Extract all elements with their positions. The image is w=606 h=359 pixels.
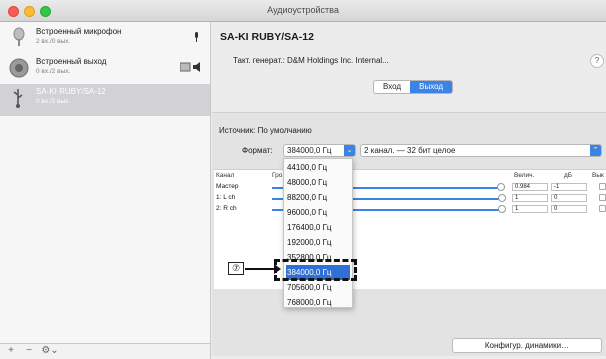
left-db[interactable]: 0 xyxy=(551,194,587,202)
device-item-builtin-mic[interactable]: Встроенный микрофон 2 вх./0 вых. xyxy=(0,24,210,54)
device-name: Встроенный микрофон xyxy=(36,27,122,36)
tab-output[interactable]: Выход xyxy=(410,81,453,93)
usb-icon xyxy=(13,89,23,108)
master-db[interactable]: -1 xyxy=(551,183,587,191)
row-master-name: Мастер xyxy=(216,183,239,190)
audio-devices-window: Аудиоустройства Встроенный микрофон 2 вх… xyxy=(0,0,606,359)
sample-rate-popup[interactable]: 384000,0 Гц ⌄ xyxy=(283,144,356,157)
remove-device-button[interactable]: − xyxy=(22,345,36,358)
menu-item-rate[interactable]: 192000,0 Гц xyxy=(286,235,350,250)
device-io: 0 вх./2 вых. xyxy=(36,68,71,75)
configure-speakers-button[interactable]: Конфигур. динамики… xyxy=(452,338,602,353)
selection-highlight-frame xyxy=(274,259,357,281)
device-title: SA-KI RUBY/SA-12 xyxy=(220,31,314,43)
format-panel: Источник: По умолчанию Формат: 384000,0 … xyxy=(212,112,606,356)
menu-item-rate[interactable]: 176400,0 Гц xyxy=(286,220,350,235)
menu-item-rate[interactable]: 768000,0 Гц xyxy=(286,295,350,310)
device-detail-pane: SA-KI RUBY/SA-12 Такт. генерат.: D&M Hol… xyxy=(211,22,606,359)
master-mute-checkbox[interactable] xyxy=(599,183,606,190)
callout-number: ⑦ xyxy=(228,262,244,275)
right-volume-knob[interactable] xyxy=(498,205,506,213)
format-label: Формат: xyxy=(242,146,273,155)
tab-input[interactable]: Вход xyxy=(374,81,410,93)
col-value: Велич. xyxy=(514,172,535,179)
title-bar: Аудиоустройства xyxy=(0,0,606,22)
source-value: По умолчанию xyxy=(257,126,312,135)
right-mute-checkbox[interactable] xyxy=(599,205,606,212)
sample-rate-value: 384000,0 Гц xyxy=(287,146,332,155)
row-right-name: 2: R ch xyxy=(216,205,237,212)
col-mute: Вык xyxy=(592,172,604,179)
device-item-builtin-output[interactable]: Встроенный выход 0 вх./2 вых. xyxy=(0,54,210,84)
master-volume-knob[interactable] xyxy=(497,183,505,191)
left-mute-checkbox[interactable] xyxy=(599,194,606,201)
source-label: Источник: xyxy=(219,126,256,135)
sample-rate-menu: 44100,0 Гц 48000,0 Гц 88200,0 Гц 96000,0… xyxy=(283,158,353,308)
right-db[interactable]: 0 xyxy=(551,205,587,213)
master-value[interactable]: 0.984 xyxy=(512,183,548,191)
menu-item-rate[interactable]: 88200,0 Гц xyxy=(286,190,350,205)
callout-arrow-head-icon xyxy=(274,264,281,274)
callout-arrow-line xyxy=(245,268,275,270)
device-item-sa-ki-ruby[interactable]: SA-KI RUBY/SA-12 0 вх./2 вых. xyxy=(0,84,210,116)
device-io: 0 вх./2 вых. xyxy=(36,98,71,105)
add-device-button[interactable]: + xyxy=(4,345,18,358)
col-channel: Канал xyxy=(216,172,235,179)
mic-badge-icon xyxy=(195,32,198,42)
speaker-badge-icon xyxy=(180,62,200,72)
speaker-icon xyxy=(9,58,29,78)
left-value[interactable]: 1 xyxy=(512,194,548,202)
right-value[interactable]: 1 xyxy=(512,205,548,213)
device-actions-menu[interactable]: ⚙⌄ xyxy=(40,345,60,358)
menu-item-rate[interactable]: 44100,0 Гц xyxy=(286,160,350,175)
help-button[interactable]: ? xyxy=(590,54,604,68)
chevron-updown-icon: ⌃ xyxy=(590,145,601,156)
sidebar-toolbar: + − ⚙⌄ xyxy=(0,343,210,359)
source-row: Источник: По умолчанию xyxy=(219,126,312,135)
col-db: дБ xyxy=(564,172,573,179)
channel-table: Канал Гро Велич. дБ Вык Мастер 0.984 -1 … xyxy=(214,169,606,289)
window-title: Аудиоустройства xyxy=(267,5,339,15)
col-volume: Гро xyxy=(272,172,283,179)
clock-value[interactable]: D&M Holdings Inc. Internal... xyxy=(287,56,389,65)
menu-item-rate[interactable]: 705600,0 Гц xyxy=(286,280,350,295)
device-name: SA-KI RUBY/SA-12 xyxy=(36,87,106,96)
row-left-name: 1: L ch xyxy=(216,194,236,201)
device-name: Встроенный выход xyxy=(36,57,107,66)
microphone-icon xyxy=(13,27,25,46)
chevron-down-icon: ⌄ xyxy=(344,145,355,156)
input-output-tabs: Вход Выход xyxy=(373,80,454,94)
menu-item-rate[interactable]: 96000,0 Гц xyxy=(286,205,350,220)
left-volume-knob[interactable] xyxy=(498,194,506,202)
device-sidebar: Встроенный микрофон 2 вх./0 вых. Встроен… xyxy=(0,22,211,359)
device-io: 2 вх./0 вых. xyxy=(36,38,71,45)
channel-format-value: 2 канал. — 32 бит целое xyxy=(364,146,456,155)
menu-item-rate[interactable]: 48000,0 Гц xyxy=(286,175,350,190)
clock-label: Такт. генерат.: xyxy=(233,56,285,65)
clock-source: Такт. генерат.: D&M Holdings Inc. Intern… xyxy=(233,56,389,65)
channel-format-popup[interactable]: 2 канал. — 32 бит целое ⌃ xyxy=(360,144,602,157)
